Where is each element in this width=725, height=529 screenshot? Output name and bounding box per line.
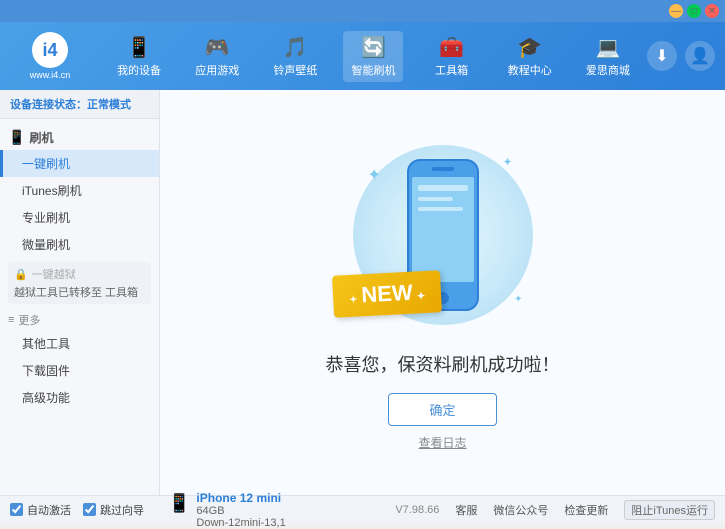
nav-wallpaper-label: 铃声壁纸 (273, 62, 317, 78)
nav-wallpaper[interactable]: 🎵 铃声壁纸 (265, 31, 325, 82)
nav-apps-games[interactable]: 🎮 应用游戏 (187, 31, 247, 82)
notice-group: 🔒 一键越狱 越狱工具已转移至 工具箱 (8, 262, 151, 304)
sidebar: 设备连接状态：正常模式 📱 刷机 一键刷机 iTunes刷机 专业刷机 微量刷机… (0, 90, 160, 495)
check-update-link[interactable]: 检查更新 (564, 502, 608, 518)
nav-smart-flash[interactable]: 🔄 智能刷机 (343, 31, 403, 82)
apps-games-icon: 🎮 (205, 35, 230, 60)
bottombar: 自动激活 跳过向导 📱 iPhone 12 mini 64GB Down-12m… (0, 495, 725, 523)
wallpaper-icon: 🎵 (283, 35, 308, 60)
flash-section-icon: 📱 (8, 129, 25, 146)
sidebar-item-download-firmware[interactable]: 下载固件 (0, 357, 159, 384)
nav-my-device[interactable]: 📱 我的设备 (109, 31, 169, 82)
nav-my-device-label: 我的设备 (117, 62, 161, 78)
success-title: 恭喜您，保资料刷机成功啦！ (326, 351, 560, 377)
logo: i4 www.i4.cn (10, 32, 90, 80)
new-badge: NEW (333, 273, 441, 315)
my-device-icon: 📱 (127, 35, 152, 60)
device-name: iPhone 12 mini (196, 491, 285, 505)
sidebar-item-save-flash[interactable]: 微量刷机 (0, 231, 159, 258)
status-label: 设备连接状态： (10, 99, 87, 111)
version-number: V7.98.66 (395, 504, 439, 516)
nav-store[interactable]: 💻 爱思商城 (578, 31, 638, 82)
nav-toolbox-label: 工具箱 (435, 62, 468, 78)
skip-guide-checkbox[interactable]: 跳过向导 (83, 502, 144, 518)
more-icon: ≡ (8, 314, 14, 326)
store-icon: 💻 (595, 35, 620, 60)
auto-connect-input[interactable] (10, 503, 23, 516)
nav-tutorial[interactable]: 🎓 教程中心 (500, 31, 560, 82)
sidebar-item-other-tools[interactable]: 其他工具 (0, 330, 159, 357)
header: i4 www.i4.cn 📱 我的设备 🎮 应用游戏 🎵 铃声壁纸 🔄 智能刷机… (0, 22, 725, 90)
sidebar-item-advanced[interactable]: 高级功能 (0, 384, 159, 411)
logo-icon: i4 (32, 32, 68, 68)
auto-connect-label: 自动激活 (27, 502, 71, 518)
new-ribbon-text: NEW (331, 270, 441, 318)
nav-apps-games-label: 应用游戏 (195, 62, 239, 78)
connection-status: 设备连接状态：正常模式 (0, 90, 159, 119)
logo-url: www.i4.cn (30, 70, 71, 80)
device-capacity: 64GB (196, 505, 285, 517)
service-link[interactable]: 客服 (455, 502, 477, 518)
skip-guide-input[interactable] (83, 503, 96, 516)
download-button[interactable]: ⬇ (647, 41, 677, 71)
main-area: 设备连接状态：正常模式 📱 刷机 一键刷机 iTunes刷机 专业刷机 微量刷机… (0, 90, 725, 495)
more-section-divider: ≡ 更多 (0, 308, 159, 330)
skip-guide-label: 跳过向导 (100, 502, 144, 518)
notice-title: 🔒 一键越狱 (14, 266, 145, 282)
nav-smart-flash-label: 智能刷机 (351, 62, 395, 78)
nav-toolbox[interactable]: 🧰 工具箱 (422, 31, 482, 82)
user-button[interactable]: 👤 (685, 41, 715, 71)
sidebar-item-one-key-flash[interactable]: 一键刷机 (0, 150, 159, 177)
wechat-link[interactable]: 微信公众号 (493, 502, 548, 518)
success-illustration: ✦ ✦ ✦ NEW (343, 135, 543, 335)
nav-bar: 📱 我的设备 🎮 应用游戏 🎵 铃声壁纸 🔄 智能刷机 🧰 工具箱 🎓 教程中心… (100, 31, 647, 82)
sidebar-item-itunes-flash[interactable]: iTunes刷机 (0, 177, 159, 204)
status-value: 正常模式 (87, 99, 131, 111)
header-actions: ⬇ 👤 (647, 41, 715, 71)
star-top-right: ✦ (502, 155, 512, 169)
auto-connect-checkbox[interactable]: 自动激活 (10, 502, 71, 518)
notice-content: 越狱工具已转移至 工具箱 (14, 284, 145, 300)
device-phone-icon: 📱 (168, 493, 190, 514)
maximize-button[interactable]: □ (687, 4, 701, 18)
flash-section-header: 📱 刷机 (0, 123, 159, 150)
minimize-button[interactable]: — (669, 4, 683, 18)
star-bottom-right: ✦ (514, 294, 522, 305)
titlebar: — □ ✕ (0, 0, 725, 22)
tutorial-icon: 🎓 (517, 35, 542, 60)
sidebar-item-pro-flash[interactable]: 专业刷机 (0, 204, 159, 231)
nav-store-label: 爱思商城 (586, 62, 630, 78)
flash-section-label: 刷机 (29, 129, 53, 146)
toolbox-icon: 🧰 (439, 35, 464, 60)
smart-flash-icon: 🔄 (361, 35, 386, 60)
bottom-right: V7.98.66 客服 微信公众号 检查更新 (395, 502, 608, 518)
nav-tutorial-label: 教程中心 (508, 62, 552, 78)
confirm-button[interactable]: 确定 (388, 393, 496, 426)
star-top-left: ✦ (368, 165, 381, 185)
more-label: 更多 (18, 312, 40, 328)
goto-daily-link[interactable]: 查看日志 (418, 434, 466, 451)
stop-itunes-button[interactable]: 阻止iTunes运行 (624, 500, 715, 520)
content-area: ✦ ✦ ✦ NEW 恭喜您，保资料刷机成功啦！ 确定 (160, 90, 725, 495)
close-button[interactable]: ✕ (705, 4, 719, 18)
bottom-left: 自动激活 跳过向导 (10, 502, 144, 518)
